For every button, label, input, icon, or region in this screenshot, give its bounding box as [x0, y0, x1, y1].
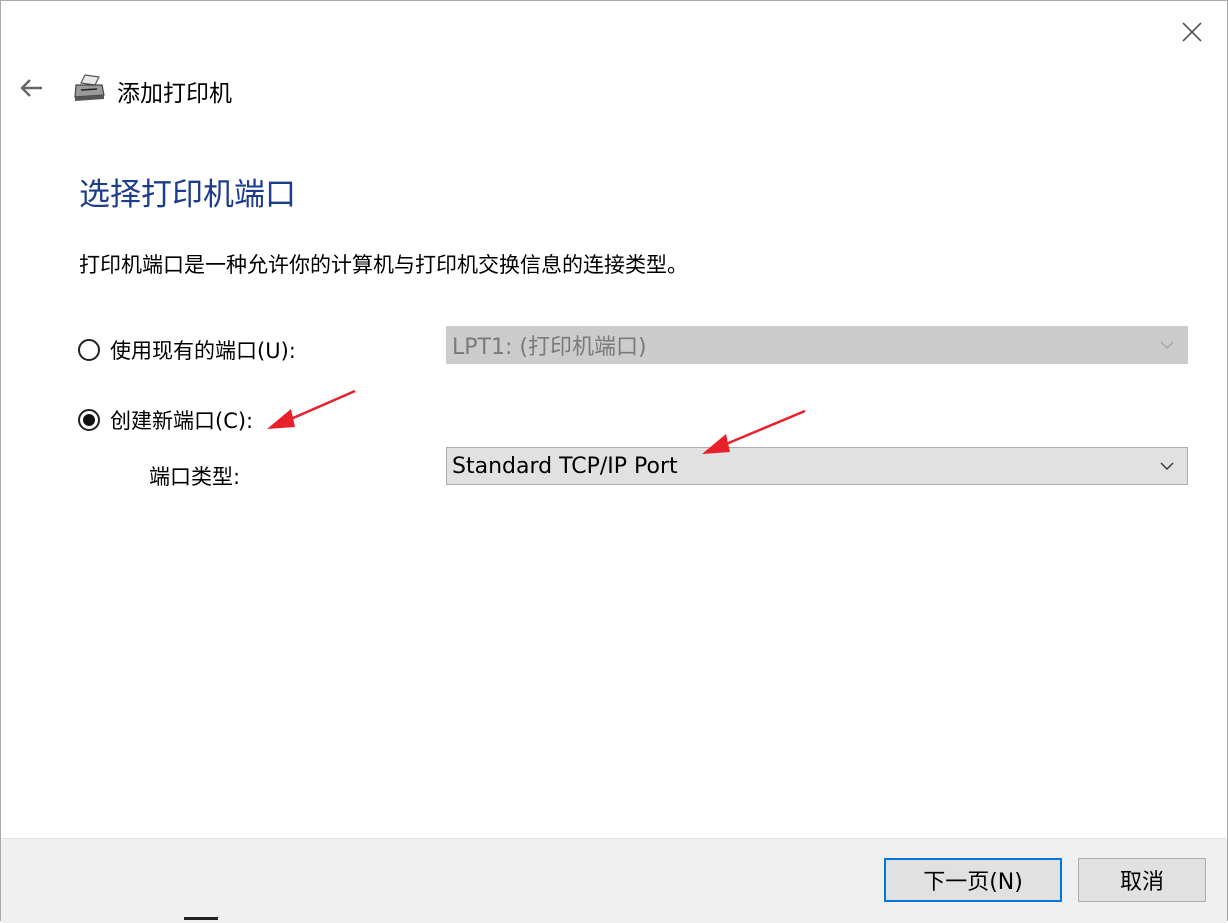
- port-type-select[interactable]: Standard TCP/IP Port: [446, 447, 1188, 485]
- back-arrow-icon: [20, 79, 42, 97]
- page-description: 打印机端口是一种允许你的计算机与打印机交换信息的连接类型。: [79, 253, 688, 277]
- port-type-value: Standard TCP/IP Port: [452, 453, 678, 479]
- close-button[interactable]: [1175, 15, 1209, 49]
- page-heading: 选择打印机端口: [79, 177, 296, 213]
- existing-port-select: LPT1: (打印机端口): [446, 326, 1188, 364]
- use-existing-port-label: 使用现有的端口(U):: [110, 339, 296, 363]
- back-button[interactable]: [17, 73, 47, 103]
- create-new-port-option[interactable]: 创建新端口(C):: [78, 405, 253, 435]
- annotation-arrow-create-port: [267, 389, 356, 429]
- port-type-label: 端口类型:: [149, 465, 241, 489]
- create-new-port-radio[interactable]: [78, 409, 100, 431]
- add-printer-dialog: 添加打印机 选择打印机端口 打印机端口是一种允许你的计算机与打印机交换信息的连接…: [0, 0, 1228, 923]
- printer-icon: [73, 73, 107, 103]
- taskbar-edge-mark: [184, 917, 218, 920]
- create-new-port-label: 创建新端口(C):: [110, 409, 254, 433]
- cancel-button[interactable]: 取消: [1078, 858, 1206, 902]
- chevron-down-icon: [1160, 462, 1174, 470]
- radio-selected-dot: [83, 414, 95, 426]
- chevron-down-icon: [1160, 341, 1174, 349]
- close-icon: [1182, 22, 1202, 42]
- use-existing-port-radio[interactable]: [78, 339, 100, 361]
- next-button[interactable]: 下一页(N): [884, 858, 1062, 902]
- wizard-header: 添加打印机: [1, 61, 1227, 121]
- use-existing-port-option[interactable]: 使用现有的端口(U):: [78, 335, 296, 365]
- wizard-footer: 下一页(N) 取消: [1, 838, 1227, 923]
- existing-port-value: LPT1: (打印机端口): [452, 335, 647, 360]
- window-title: 添加打印机: [117, 81, 232, 107]
